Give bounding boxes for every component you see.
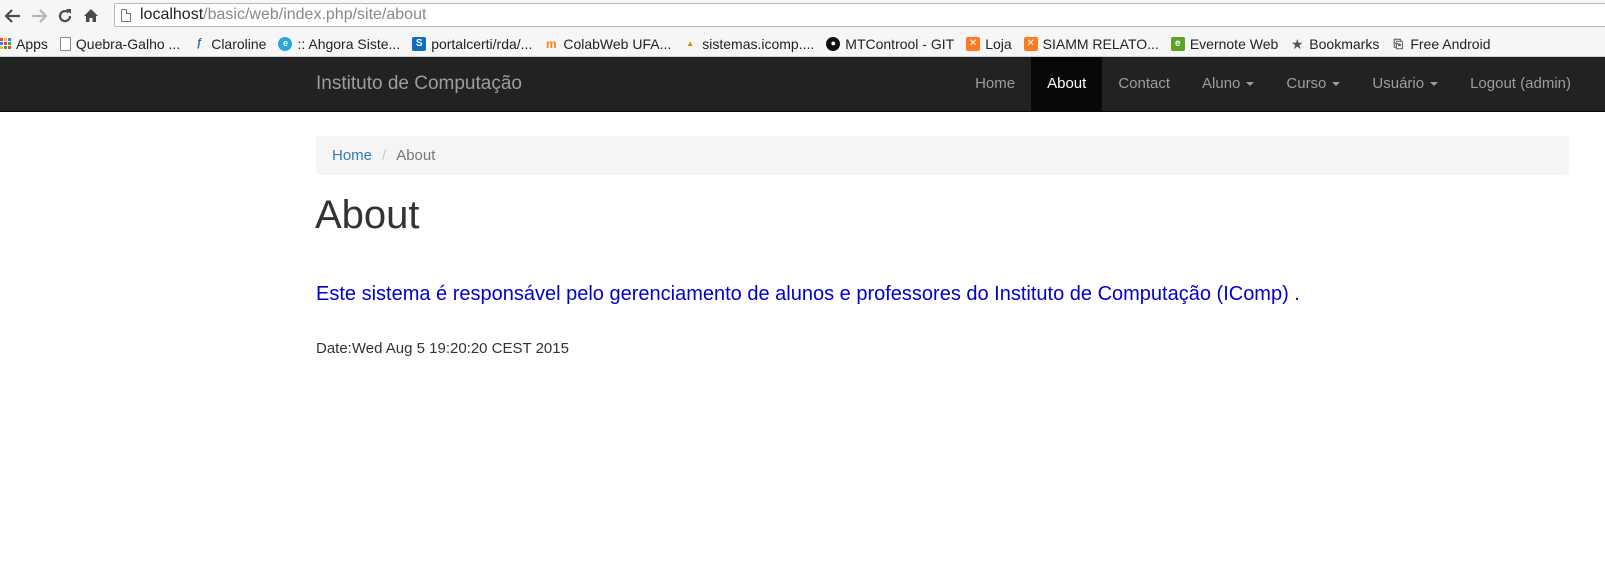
bookmark-label: portalcerti/rda/...	[431, 35, 533, 52]
breadcrumb-separator: /	[382, 147, 387, 164]
bookmark-label: :: Ahgora Siste...	[297, 35, 401, 52]
xampp-icon: ✕	[966, 36, 981, 51]
apps-grid-icon	[0, 38, 11, 49]
bookmark-label: Quebra-Galho ...	[75, 35, 181, 52]
bookmark-ahgora[interactable]: e :: Ahgora Siste...	[278, 36, 400, 52]
nav-about[interactable]: About	[1031, 57, 1103, 111]
reload-icon[interactable]	[52, 0, 78, 31]
bookmark-mtcontrool[interactable]: ● MTControol - GIT	[826, 36, 954, 52]
nav-curso-dropdown[interactable]: Curso	[1270, 57, 1356, 111]
caret-down-icon	[1332, 82, 1341, 87]
bookmark-evernote[interactable]: e Evernote Web	[1170, 35, 1279, 52]
github-icon: ●	[826, 36, 841, 51]
bookmark-label: Apps	[16, 35, 48, 52]
bookmark-label: Claroline	[211, 35, 267, 52]
nav-label: Usuário	[1372, 75, 1425, 92]
bookmarks-bar: Apps Quebra-Galho ... ƒ Claroline e :: A…	[0, 31, 1605, 57]
nav-label: About	[1047, 75, 1087, 92]
back-arrow-icon[interactable]	[0, 0, 26, 31]
nav-label: Contact	[1118, 75, 1171, 92]
bookmark-apps[interactable]: Apps	[0, 36, 48, 52]
home-icon[interactable]	[78, 0, 104, 31]
ahgora-icon: e	[278, 36, 293, 51]
nav-logout[interactable]: Logout (admin)	[1454, 57, 1605, 111]
moodle-icon: m	[546, 36, 557, 51]
evernote-icon: e	[1170, 36, 1185, 51]
claroline-icon: ƒ	[196, 37, 203, 49]
nav-label: Curso	[1286, 75, 1327, 92]
bookmark-bookmarks-folder[interactable]: ★ Bookmarks	[1290, 36, 1379, 52]
nav-usuario-dropdown[interactable]: Usuário	[1356, 57, 1454, 111]
breadcrumb-home-link[interactable]: Home	[332, 147, 372, 164]
bookmark-sistemas-icomp[interactable]: ▲ sistemas.icomp....	[683, 36, 814, 52]
bookmark-siamm[interactable]: ✕ SIAMM RELATO...	[1023, 35, 1159, 52]
bookmark-label: Loja	[985, 35, 1012, 52]
caret-down-icon	[1430, 82, 1439, 87]
breadcrumb: Home / About	[316, 136, 1569, 175]
bookmark-loja[interactable]: ✕ Loja	[966, 35, 1012, 52]
nav-contact[interactable]: Contact	[1102, 57, 1186, 111]
nav-label: Aluno	[1202, 75, 1241, 92]
document-icon	[59, 36, 71, 51]
nav-aluno-dropdown[interactable]: Aluno	[1186, 57, 1270, 111]
url-text[interactable]: localhost/basic/web/index.php/site/about	[140, 6, 426, 24]
bookmark-label: sistemas.icomp....	[702, 35, 815, 52]
site-navbar: Instituto de Computação Home About Conta…	[0, 57, 1605, 112]
bookmark-quebra-galho[interactable]: Quebra-Galho ...	[59, 35, 181, 52]
bookmark-free-android[interactable]: ⎘ Free Android	[1391, 35, 1491, 52]
page-title: About	[315, 193, 420, 237]
navbar-menu: Home About Contact Aluno Curso Usuário L…	[959, 57, 1605, 111]
free-android-icon: ⎘	[1393, 36, 1404, 51]
breadcrumb-current: About	[396, 147, 436, 164]
forward-arrow-icon[interactable]	[26, 0, 52, 31]
page-icon	[121, 8, 131, 22]
navbar-brand[interactable]: Instituto de Computação	[316, 57, 522, 111]
nav-label: Logout (admin)	[1470, 75, 1571, 92]
nav-label: Home	[975, 75, 1016, 92]
bookmark-label: MTControol - GIT	[845, 35, 955, 52]
nav-home[interactable]: Home	[959, 57, 1031, 111]
page-description: Este sistema é responsável pelo gerencia…	[316, 283, 1300, 305]
bookmark-label: Evernote Web	[1189, 35, 1279, 52]
date-text: Date:Wed Aug 5 19:20:20 CEST 2015	[316, 340, 569, 357]
bookmark-colabweb[interactable]: m ColabWeb UFA...	[544, 36, 671, 52]
phpmyadmin-icon: ▲	[686, 38, 695, 48]
bookmark-portalcerti[interactable]: S portalcerti/rda/...	[412, 36, 532, 52]
caret-down-icon	[1246, 82, 1255, 87]
sharepoint-icon: S	[412, 36, 427, 51]
bookmark-label: Bookmarks	[1309, 35, 1380, 52]
browser-toolbar: localhost/basic/web/index.php/site/about	[0, 0, 1605, 31]
bookmark-claroline[interactable]: ƒ Claroline	[192, 36, 266, 52]
bookmark-label: SIAMM RELATO...	[1042, 35, 1159, 52]
xampp-icon: ✕	[1023, 36, 1038, 51]
url-host: localhost	[140, 6, 204, 23]
bookmark-label: Free Android	[1410, 35, 1491, 52]
address-bar[interactable]: localhost/basic/web/index.php/site/about	[114, 3, 1605, 27]
star-icon: ★	[1291, 35, 1304, 52]
url-path: /basic/web/index.php/site/about	[203, 6, 427, 23]
bookmark-label: ColabWeb UFA...	[563, 35, 672, 52]
